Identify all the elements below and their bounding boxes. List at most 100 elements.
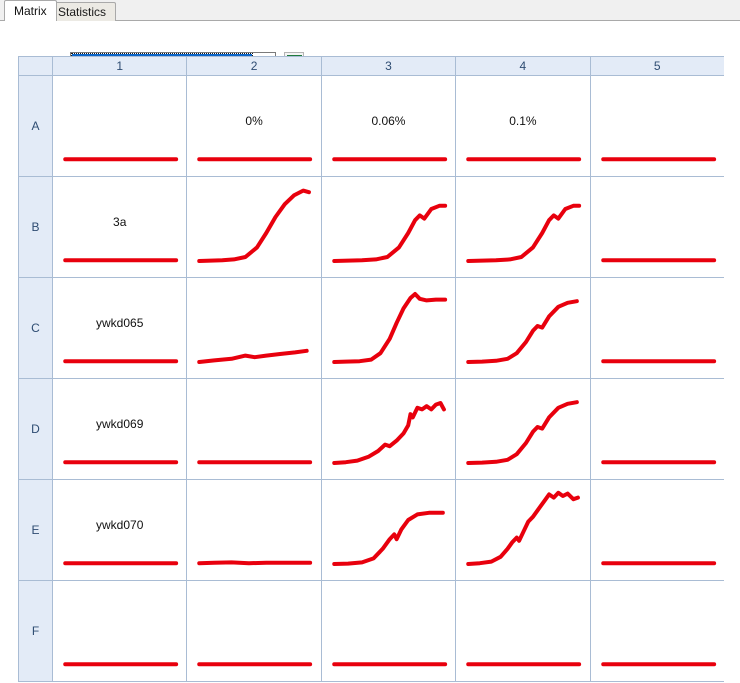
well-D5[interactable] (589, 378, 724, 480)
well-D4[interactable] (455, 378, 591, 480)
well-curve-plot (187, 379, 320, 479)
well-A4[interactable]: 0.1% (455, 75, 591, 177)
well-curve-plot (53, 480, 186, 580)
well-curve-plot (591, 581, 724, 681)
well-F5[interactable] (589, 580, 724, 682)
row-header-b[interactable]: B (18, 176, 53, 278)
row-header-d[interactable]: D (18, 378, 53, 480)
well-curve-plot (591, 480, 724, 580)
well-content (322, 278, 455, 378)
well-B1[interactable]: 3a (51, 176, 188, 278)
well-content (591, 278, 724, 378)
well-F2[interactable] (186, 580, 322, 682)
well-curve-plot (187, 581, 320, 681)
matrix-row: Cywkd065 (18, 277, 724, 379)
well-content: 0.1% (456, 76, 589, 176)
well-content (591, 480, 724, 580)
well-E5[interactable] (589, 479, 724, 581)
tab-matrix[interactable]: Matrix (4, 0, 57, 21)
well-content (456, 177, 589, 277)
well-curve-plot (456, 177, 589, 277)
well-curve-plot (591, 278, 724, 378)
well-content: ywkd069 (53, 379, 186, 479)
matrix-body: A 0% 0.06% 0.1% B 3a Cywkd065 Dywkd069 Eywkd070 F (18, 75, 724, 682)
matrix-grid-container: 1 2 3 4 5 A 0% 0.06% 0.1% B 3a Cywkd065 Dywkd06… (18, 56, 724, 683)
matrix-window: Matrix Statistics Data: Curves [600] Edi… (0, 0, 740, 683)
well-E1[interactable]: ywkd070 (51, 479, 188, 581)
well-curve-plot (53, 581, 186, 681)
well-B5[interactable] (589, 176, 724, 278)
well-content: ywkd070 (53, 480, 186, 580)
row-header-e[interactable]: E (18, 479, 53, 581)
well-content (187, 177, 320, 277)
well-A2[interactable]: 0% (186, 75, 322, 177)
well-content (591, 177, 724, 277)
well-C5[interactable] (589, 277, 724, 379)
well-B2[interactable] (186, 176, 322, 278)
column-header-2[interactable]: 2 (186, 56, 322, 76)
well-curve-plot (53, 177, 186, 277)
row-header-f[interactable]: F (18, 580, 53, 682)
column-header-5[interactable]: 5 (589, 56, 724, 76)
well-content (187, 480, 320, 580)
well-curve-plot (322, 76, 455, 176)
matrix-row: Dywkd069 (18, 378, 724, 480)
well-F4[interactable] (455, 580, 591, 682)
well-C3[interactable] (320, 277, 457, 379)
well-content: 0.06% (322, 76, 455, 176)
well-A5[interactable] (589, 75, 724, 177)
row-header-a[interactable]: A (18, 75, 53, 177)
well-curve-plot (591, 379, 724, 479)
well-content (322, 177, 455, 277)
matrix-corner-cell (18, 56, 53, 76)
well-curve-plot (456, 76, 589, 176)
column-header-3[interactable]: 3 (320, 56, 457, 76)
matrix-row: B 3a (18, 176, 724, 278)
well-content (322, 480, 455, 580)
column-header-4[interactable]: 4 (455, 56, 591, 76)
well-content (187, 581, 320, 681)
well-E2[interactable] (186, 479, 322, 581)
well-content (322, 379, 455, 479)
well-content (456, 581, 589, 681)
well-E4[interactable] (455, 479, 591, 581)
well-content: ywkd065 (53, 278, 186, 378)
well-D1[interactable]: ywkd069 (51, 378, 188, 480)
tab-statistics[interactable]: Statistics (48, 2, 117, 21)
well-C2[interactable] (186, 277, 322, 379)
tab-matrix-label: Matrix (14, 4, 47, 18)
well-curve-plot (456, 379, 589, 479)
well-curve-plot (322, 480, 455, 580)
well-F3[interactable] (320, 580, 457, 682)
well-curve-plot (53, 278, 186, 378)
matrix-table: 1 2 3 4 5 A 0% 0.06% 0.1% B 3a Cywkd065 Dywkd06… (18, 56, 724, 682)
well-A1[interactable] (51, 75, 188, 177)
well-curve-plot (322, 581, 455, 681)
well-C4[interactable] (455, 277, 591, 379)
well-A3[interactable]: 0.06% (320, 75, 457, 177)
well-curve-plot (591, 76, 724, 176)
toolbar: Data: Curves [600] Edit Matrix (0, 21, 740, 72)
well-curve-plot (456, 278, 589, 378)
well-D3[interactable] (320, 378, 457, 480)
matrix-header-row: 1 2 3 4 5 (18, 56, 724, 76)
matrix-row: Eywkd070 (18, 479, 724, 581)
well-curve-plot (322, 379, 455, 479)
matrix-row: A 0% 0.06% 0.1% (18, 75, 724, 177)
well-curve-plot (456, 480, 589, 580)
well-curve-plot (322, 278, 455, 378)
well-D2[interactable] (186, 378, 322, 480)
row-header-c[interactable]: C (18, 277, 53, 379)
well-content (322, 581, 455, 681)
well-F1[interactable] (51, 580, 188, 682)
well-B4[interactable] (455, 176, 591, 278)
well-content (187, 278, 320, 378)
well-B3[interactable] (320, 176, 457, 278)
well-C1[interactable]: ywkd065 (51, 277, 188, 379)
column-header-1[interactable]: 1 (51, 56, 188, 76)
well-curve-plot (53, 379, 186, 479)
well-curve-plot (187, 480, 320, 580)
well-curve-plot (322, 177, 455, 277)
well-E3[interactable] (320, 479, 457, 581)
tab-strip: Matrix Statistics (0, 0, 740, 21)
